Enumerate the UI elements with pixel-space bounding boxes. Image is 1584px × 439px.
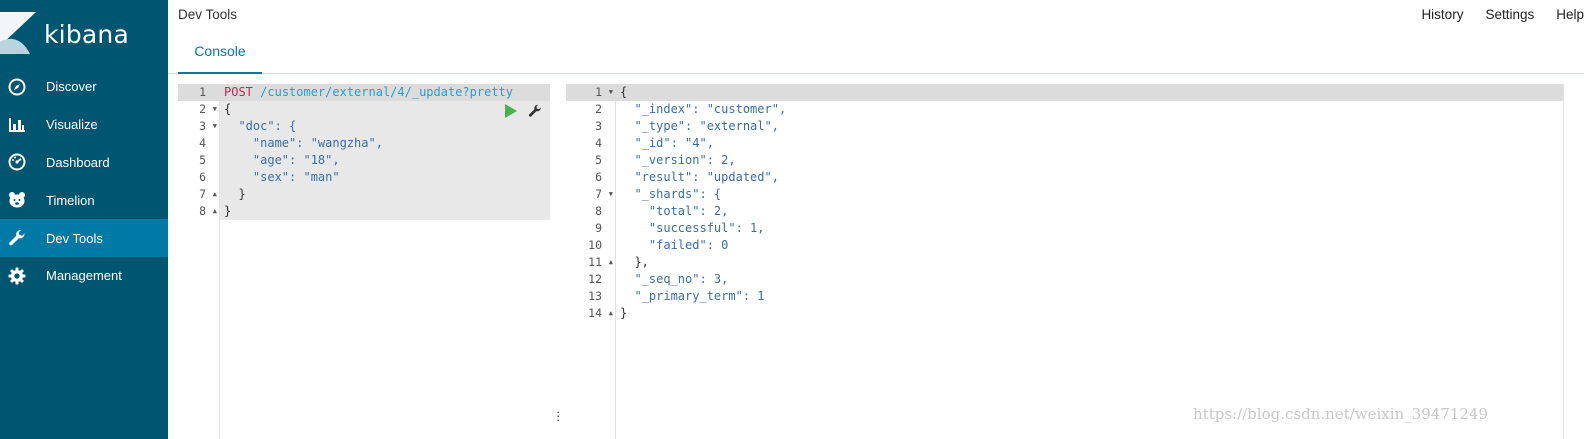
sidebar-item-label: Dev Tools bbox=[46, 230, 103, 246]
play-icon[interactable] bbox=[504, 104, 518, 118]
bar-chart-icon bbox=[8, 116, 26, 134]
line-number: 5 bbox=[199, 153, 206, 167]
top-nav-links: History Settings Help bbox=[1399, 7, 1584, 22]
timelion-bear-icon bbox=[8, 191, 26, 209]
code-line: } bbox=[224, 187, 246, 201]
code-line: "_seq_no": 3, bbox=[620, 272, 729, 286]
code-line: "age": "18", bbox=[224, 153, 340, 167]
line-number: 7 ▲ bbox=[199, 186, 217, 203]
line-number: 9 bbox=[595, 221, 602, 235]
code-line: }, bbox=[620, 255, 649, 269]
line-number: 14 ▲ bbox=[588, 305, 613, 322]
line-number: 6 bbox=[199, 170, 206, 184]
line-number: 4 bbox=[199, 136, 206, 150]
sidebar-item-dashboard[interactable]: Dashboard bbox=[0, 144, 168, 182]
sidebar-item-dev-tools[interactable]: Dev Tools bbox=[0, 219, 168, 257]
sidebar-item-management[interactable]: Management bbox=[0, 257, 168, 295]
tab-bar: Console bbox=[168, 30, 1584, 74]
sidebar-item-discover[interactable]: Discover bbox=[0, 68, 168, 106]
resize-handle-icon[interactable]: · · · bbox=[556, 405, 560, 426]
line-number: 8 bbox=[595, 204, 602, 218]
tab-console[interactable]: Console bbox=[178, 30, 262, 74]
line-number: 10 bbox=[588, 238, 602, 252]
sidebar-item-label: Timelion bbox=[46, 192, 95, 208]
line-number: 12 bbox=[588, 272, 602, 286]
sidebar-item-label: Management bbox=[46, 268, 122, 284]
code-line: "_version": 2, bbox=[620, 153, 736, 167]
line-number: 2 bbox=[595, 102, 602, 116]
dashboard-icon bbox=[8, 153, 26, 171]
sidebar-item-label: Dashboard bbox=[46, 154, 110, 170]
line-number: 5 bbox=[595, 153, 602, 167]
fold-arrow-icon[interactable]: ▼ bbox=[209, 101, 217, 118]
request-url: /customer/external/4/_update?pretty bbox=[260, 85, 514, 99]
sidebar-nav: Discover Visualize Dashboard Timelion De… bbox=[0, 68, 168, 295]
code-line: "_index": "customer", bbox=[620, 102, 787, 116]
wrench-icon bbox=[8, 229, 26, 247]
sidebar-item-label: Visualize bbox=[46, 117, 98, 133]
brand[interactable]: kibana bbox=[0, 0, 168, 68]
compass-icon bbox=[8, 78, 26, 96]
code-line: "failed": 0 bbox=[620, 238, 729, 252]
response-viewer[interactable]: 1 ▼ 2 3 4 5 6 7 ▼ 8 9 10 11 ▲ 12 13 14 ▲ { "… bbox=[566, 84, 1564, 439]
line-number: 1 ▼ bbox=[566, 84, 616, 101]
code-line: } bbox=[224, 204, 232, 218]
response-scrollbar[interactable] bbox=[1563, 84, 1564, 439]
fold-arrow-icon[interactable]: ▲ bbox=[209, 203, 217, 220]
sidebar-item-timelion[interactable]: Timelion bbox=[0, 181, 168, 219]
code-line: "_shards": { bbox=[620, 187, 722, 201]
response-gutter: 1 ▼ 2 3 4 5 6 7 ▼ 8 9 10 11 ▲ 12 13 14 ▲ bbox=[566, 84, 616, 439]
line-number: 3 ▼ bbox=[199, 118, 217, 135]
settings-link[interactable]: Settings bbox=[1485, 7, 1534, 22]
pane-resizer[interactable]: · · · bbox=[553, 84, 563, 439]
fold-arrow-icon[interactable]: ▼ bbox=[209, 118, 217, 135]
line-number: 3 bbox=[595, 119, 602, 133]
code-line: "total": 2, bbox=[620, 204, 729, 218]
fold-arrow-icon[interactable]: ▲ bbox=[605, 305, 613, 322]
request-method: POST bbox=[224, 85, 253, 99]
code-line: "_type": "external", bbox=[620, 119, 779, 133]
fold-arrow-icon[interactable]: ▲ bbox=[605, 254, 613, 271]
wrench-icon[interactable] bbox=[528, 104, 542, 118]
fold-arrow-icon[interactable]: ▼ bbox=[605, 186, 613, 203]
code-line: "_id": "4", bbox=[620, 136, 714, 150]
line-number: 6 bbox=[595, 170, 602, 184]
request-editor[interactable]: 1 2 ▼ 3 ▼ 4 5 6 7 ▲ 8 ▲ POST /customer/exter… bbox=[178, 84, 550, 439]
fold-arrow-icon[interactable]: ▼ bbox=[605, 84, 613, 101]
line-number: 11 ▲ bbox=[588, 254, 613, 271]
line-number: 2 ▼ bbox=[199, 101, 217, 118]
code-line: { bbox=[224, 102, 232, 116]
line-number: 13 bbox=[588, 289, 602, 303]
history-link[interactable]: History bbox=[1421, 7, 1463, 22]
gear-icon bbox=[8, 267, 26, 285]
line-number: 4 bbox=[595, 136, 602, 150]
sidebar-item-visualize[interactable]: Visualize bbox=[0, 106, 168, 144]
top-bar: Dev Tools History Settings Help bbox=[168, 0, 1584, 30]
code-line: "_primary_term": 1 bbox=[620, 289, 765, 303]
code-line: } bbox=[620, 306, 628, 320]
line-number: 7 ▼ bbox=[595, 186, 613, 203]
kibana-logo-icon bbox=[0, 12, 36, 54]
line-number: 8 ▲ bbox=[199, 203, 217, 220]
sidebar-item-label: Discover bbox=[46, 79, 97, 95]
help-link[interactable]: Help bbox=[1556, 7, 1584, 22]
code-line: "successful": 1, bbox=[620, 221, 765, 235]
code-line: "sex": "man" bbox=[224, 170, 340, 184]
request-code[interactable]: POST /customer/external/4/_update?pretty… bbox=[220, 84, 550, 439]
code-line: "doc": { bbox=[224, 119, 297, 133]
code-line: { bbox=[620, 85, 628, 99]
code-line: "result": "updated", bbox=[620, 170, 779, 184]
sidebar: kibana Discover Visualize Dashboard Time… bbox=[0, 0, 168, 439]
request-line: POST /customer/external/4/_update?pretty bbox=[224, 84, 513, 101]
brand-name: kibana bbox=[44, 20, 129, 49]
line-number: 1 bbox=[178, 84, 220, 101]
response-code[interactable]: { "_index": "customer", "_type": "extern… bbox=[616, 84, 1564, 439]
watermark: https://blog.csdn.net/weixin_39471249 bbox=[1193, 405, 1489, 423]
fold-arrow-icon[interactable]: ▲ bbox=[209, 186, 217, 203]
request-gutter: 1 2 ▼ 3 ▼ 4 5 6 7 ▲ 8 ▲ bbox=[178, 84, 220, 439]
page-title: Dev Tools bbox=[178, 7, 238, 22]
code-line: "name": "wangzha", bbox=[224, 136, 383, 150]
active-line-highlight bbox=[616, 84, 1564, 101]
